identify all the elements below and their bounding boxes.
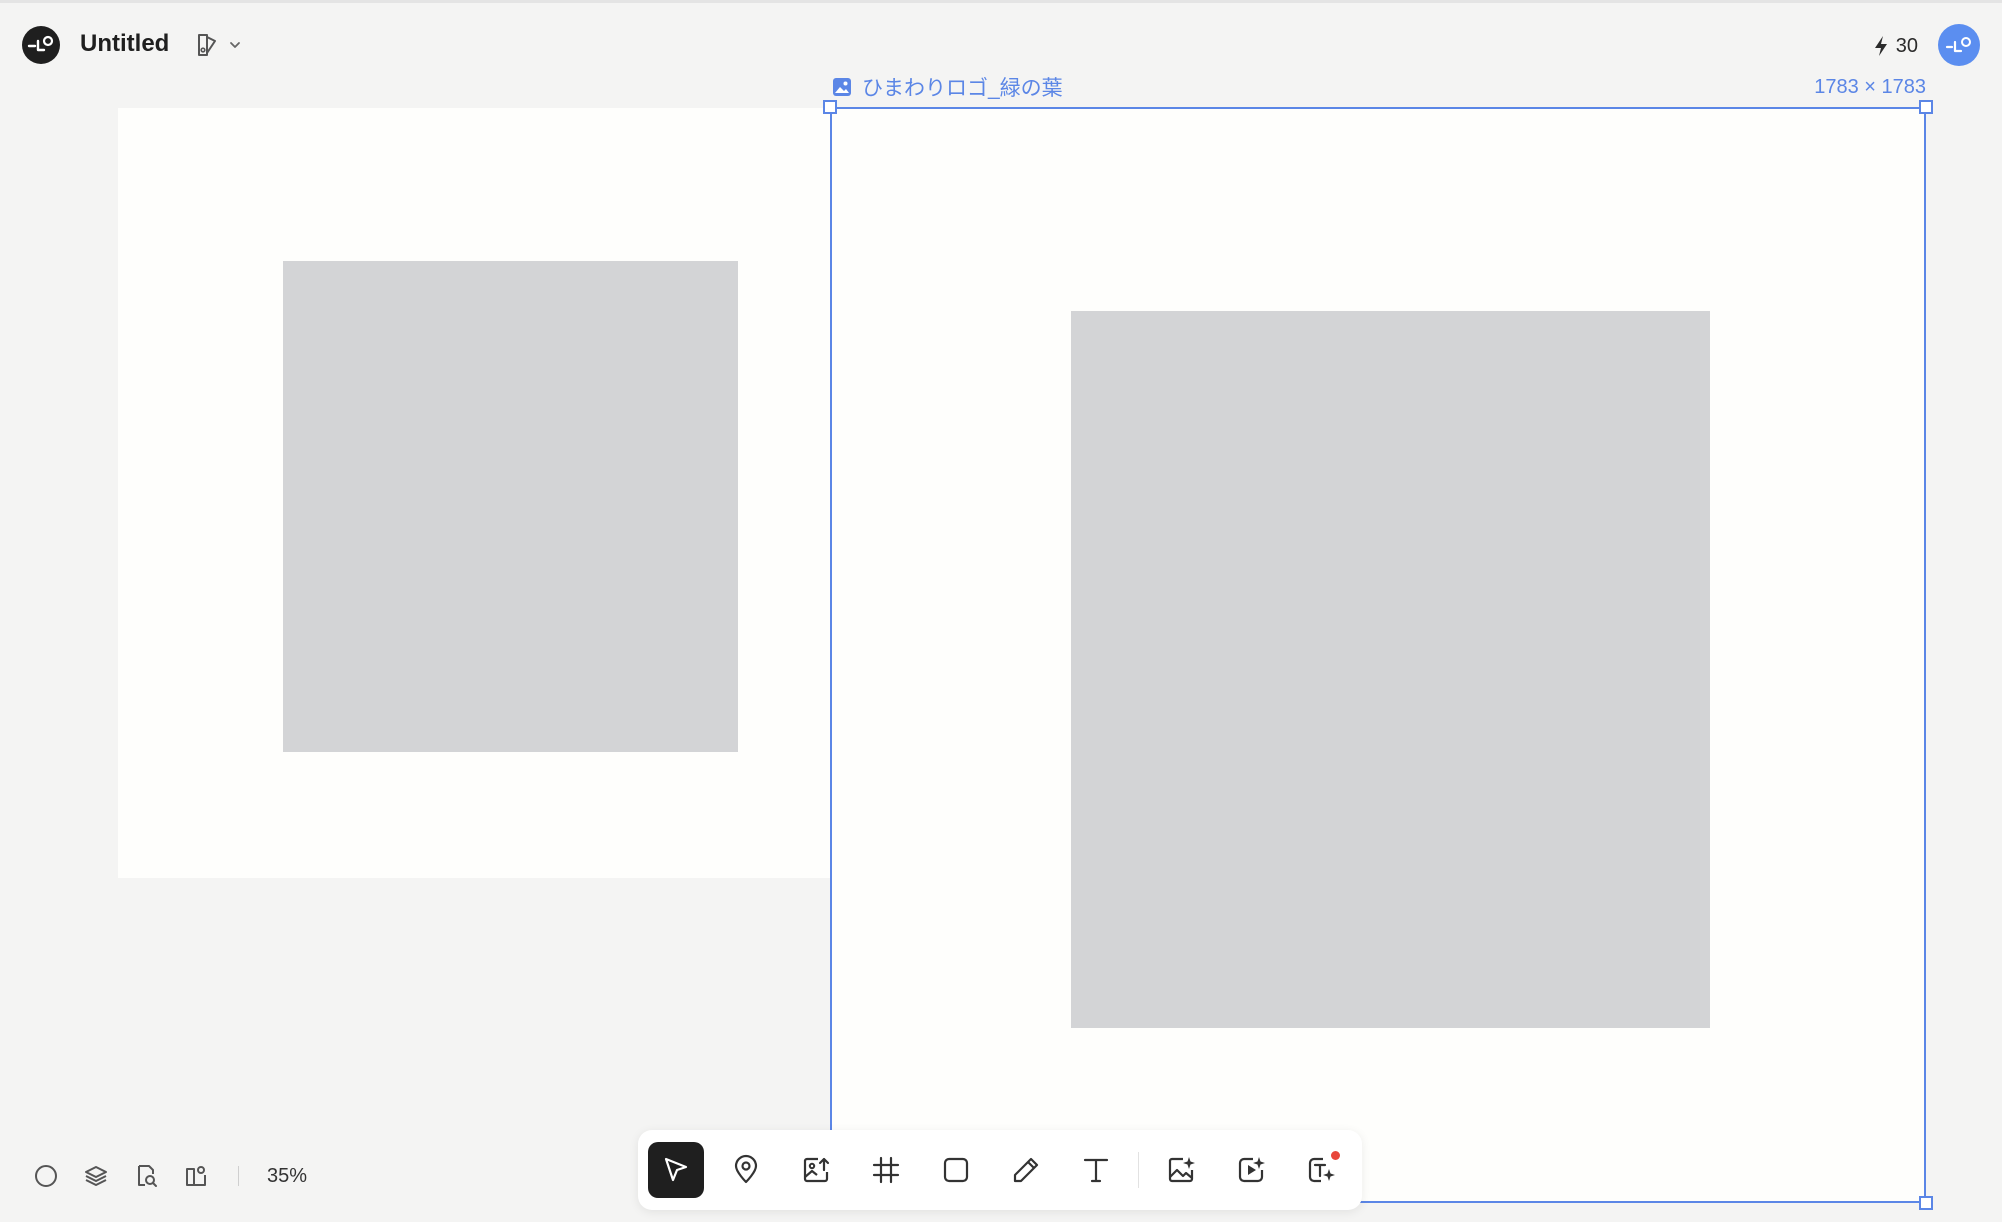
location-pin-icon	[734, 1154, 758, 1184]
image-placeholder-right[interactable]	[1071, 311, 1710, 1028]
logo-icon	[27, 35, 54, 52]
lightning-icon	[1874, 36, 1887, 56]
app: Untitled 30 ひまわりロゴ_緑の葉 1783 × 1783 35%	[0, 0, 2002, 1222]
selection-layer-label[interactable]: ひまわりロゴ_緑の葉	[832, 74, 1063, 100]
hash-frame-icon	[872, 1156, 900, 1184]
tool-pen[interactable]	[998, 1142, 1054, 1198]
layer-name: ひまわりロゴ_緑の葉	[862, 77, 1063, 100]
rectangle-icon	[943, 1157, 969, 1183]
tool-image-upload[interactable]	[788, 1142, 844, 1198]
credits-counter[interactable]: 30	[1872, 30, 1918, 62]
brand-kit-icon	[186, 1166, 206, 1186]
divider	[238, 1166, 239, 1186]
resize-handle-top-right[interactable]	[1919, 100, 1933, 114]
tool-frame[interactable]	[858, 1142, 914, 1198]
image-placeholder-left[interactable]	[283, 261, 738, 752]
document-title[interactable]: Untitled	[80, 28, 169, 60]
app-logo[interactable]	[22, 26, 60, 64]
top-border	[0, 0, 2002, 3]
tool-select[interactable]	[648, 1142, 704, 1198]
tool-bar	[638, 1130, 1362, 1210]
tool-rectangle[interactable]	[928, 1142, 984, 1198]
brand-kit-button[interactable]	[182, 1162, 210, 1190]
ai-image-icon	[1168, 1157, 1195, 1183]
image-upload-icon	[803, 1157, 830, 1183]
bottom-left-controls: 35%	[32, 1158, 307, 1194]
tool-marker[interactable]	[718, 1142, 774, 1198]
circle-icon	[35, 1165, 57, 1187]
chevron-down-icon	[230, 42, 240, 48]
tool-ai-video[interactable]	[1223, 1142, 1279, 1198]
toolbar-divider	[1138, 1152, 1139, 1188]
avatar-logo-icon	[1945, 37, 1971, 53]
ai-video-icon	[1238, 1157, 1265, 1183]
pencil-icon	[1013, 1157, 1039, 1183]
tool-ai-image[interactable]	[1153, 1142, 1209, 1198]
cursor-icon	[664, 1157, 688, 1182]
text-icon	[1083, 1158, 1109, 1183]
zoom-level[interactable]: 35%	[267, 1165, 307, 1188]
asset-search-icon	[138, 1165, 157, 1187]
user-avatar[interactable]	[1938, 24, 1980, 66]
resize-handle-bottom-right[interactable]	[1919, 1196, 1933, 1210]
palette-icon	[198, 34, 216, 56]
shape-button[interactable]	[32, 1162, 60, 1190]
resize-handle-top-left[interactable]	[823, 100, 837, 114]
notification-dot	[1331, 1151, 1340, 1160]
layers-button[interactable]	[82, 1162, 110, 1190]
image-layer-icon	[833, 78, 851, 96]
tool-ai-text[interactable]	[1293, 1142, 1349, 1198]
selection-dimensions: 1783 × 1783	[1814, 76, 1926, 98]
layers-icon	[85, 1166, 107, 1186]
tool-text[interactable]	[1068, 1142, 1124, 1198]
theme-dropdown[interactable]	[194, 28, 242, 62]
credits-value: 30	[1895, 34, 1918, 57]
asset-search-button[interactable]	[132, 1162, 160, 1190]
